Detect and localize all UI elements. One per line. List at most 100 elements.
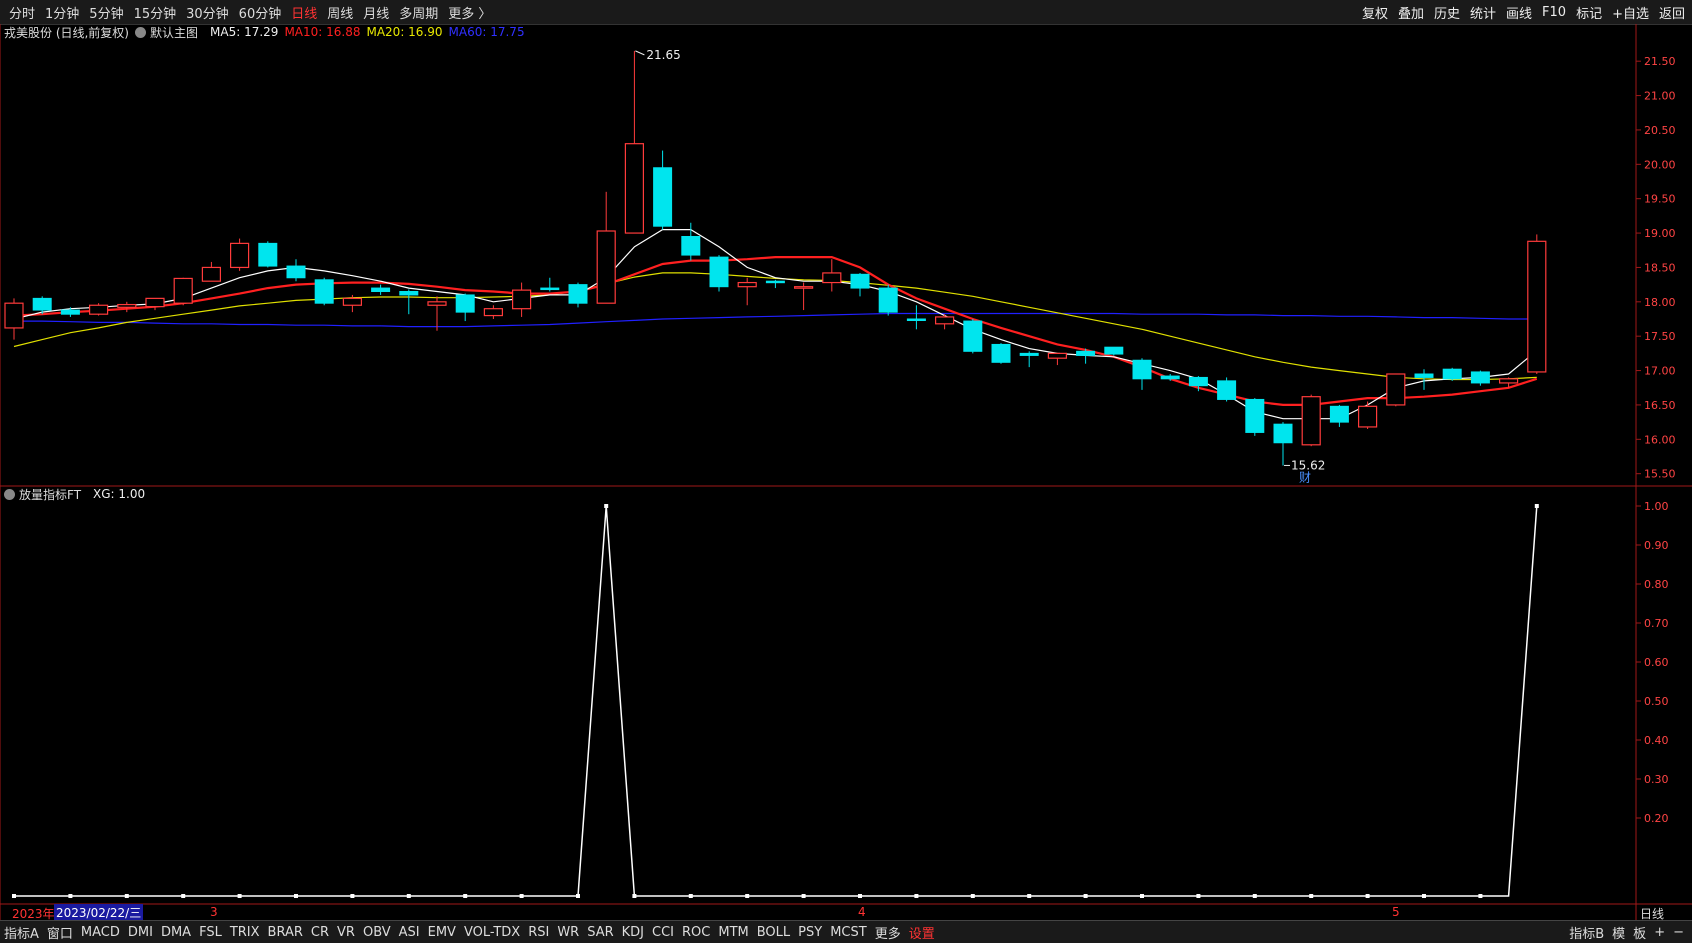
candle [258, 241, 278, 268]
candle [709, 255, 729, 292]
xg-point [1083, 894, 1088, 898]
window-tab[interactable]: 窗口 [43, 923, 77, 942]
xg-point [1196, 894, 1201, 898]
candle-body [1386, 373, 1406, 406]
candle [117, 301, 137, 313]
month-mark: 5 [1392, 905, 1400, 919]
price-tick-label: 17.00 [1644, 365, 1676, 378]
candle-body [1442, 368, 1462, 380]
indicator-tab[interactable]: PSY [794, 925, 826, 940]
candle-body [991, 343, 1011, 363]
candle-body [765, 280, 785, 284]
candle [765, 279, 785, 289]
candle [286, 259, 306, 282]
indicator-tick-label: 0.80 [1644, 578, 1669, 591]
xg-point [858, 894, 862, 898]
candle [1019, 351, 1039, 368]
indicator-tab[interactable]: DMA [157, 925, 195, 940]
price-tick-label: 19.00 [1644, 227, 1676, 240]
candle-body [88, 304, 109, 315]
candle [1357, 401, 1378, 429]
xg-point [1252, 894, 1257, 898]
candle-body [653, 167, 673, 227]
candle-body [793, 286, 814, 289]
indicator-tick-label: 0.40 [1644, 734, 1669, 747]
indicator-tab[interactable]: VOL-TDX [460, 925, 524, 940]
candle [371, 284, 391, 295]
indicator-tab[interactable]: BRAR [264, 925, 307, 940]
candle-body [371, 287, 391, 292]
candle-body [201, 266, 221, 282]
candle [1047, 352, 1068, 366]
ma60-path [14, 312, 1537, 328]
candle [1104, 346, 1124, 356]
candle [1386, 373, 1406, 407]
candle-body [1104, 346, 1124, 355]
time-axis: 2023年 2023/02/22/三 3 4 5 [0, 904, 1636, 921]
indicator-a-tab[interactable]: 指标A [0, 923, 43, 942]
xg-point [604, 504, 609, 508]
indicator-b-tab[interactable]: 指标B [1565, 923, 1608, 942]
indicator-tab[interactable]: DMI [124, 925, 157, 940]
candle-body [483, 308, 503, 317]
indicator-tick-label: 1.00 [1644, 500, 1669, 513]
indicator-tab[interactable]: CCI [648, 925, 678, 940]
indicator-tab[interactable]: TRIX [226, 925, 264, 940]
xg-point [68, 894, 73, 898]
candle [1245, 398, 1265, 436]
settings-tab[interactable]: 设置 [905, 923, 939, 942]
candle [145, 297, 165, 311]
price-tick-label: 16.00 [1644, 433, 1676, 446]
indicator-tick-label: 0.20 [1644, 812, 1669, 825]
high-price-pointer [635, 50, 645, 56]
indicator-tab[interactable]: MACD [77, 925, 124, 940]
template-tab[interactable]: 模 [1608, 923, 1629, 942]
indicator-tab[interactable]: ASI [395, 925, 424, 940]
indicator-tab[interactable]: SAR [583, 925, 617, 940]
xg-point [1140, 894, 1144, 898]
month-mark: 4 [858, 905, 866, 919]
candle-body [314, 279, 334, 304]
ma20-line [13, 272, 1537, 381]
indicator-tab[interactable]: MTM [714, 925, 752, 940]
candle-body [145, 297, 165, 308]
price-tick-label: 16.50 [1644, 399, 1676, 412]
candle [681, 222, 701, 261]
price-tick-label: 20.50 [1644, 124, 1676, 137]
candle-body [1217, 380, 1237, 400]
candle-body [1047, 352, 1068, 359]
candle-body [258, 242, 278, 267]
indicator-tab[interactable]: FSL [195, 925, 226, 940]
xg-point [1309, 894, 1314, 898]
candle [596, 191, 616, 304]
candle-body [568, 284, 588, 304]
finance-mark[interactable]: 财 [1299, 470, 1311, 484]
candle [230, 238, 250, 271]
price-tick-label: 19.50 [1644, 193, 1676, 206]
indicator-tab[interactable]: MCST [826, 925, 871, 940]
xg-point [12, 894, 16, 898]
zoom-out-button[interactable]: − [1669, 925, 1688, 940]
indicator-tab[interactable]: ROC [678, 925, 714, 940]
indicator-tab[interactable]: RSI [524, 925, 553, 940]
indicator-tab[interactable]: VR [333, 925, 359, 940]
ma20-path [13, 272, 1537, 381]
more-indicators-tab[interactable]: 更多 [871, 923, 905, 942]
indicator-tab[interactable]: BOLL [753, 925, 794, 940]
indicator-tab[interactable]: WR [553, 925, 583, 940]
candle [850, 272, 870, 297]
indicator-tab[interactable]: KDJ [618, 925, 648, 940]
board-tab[interactable]: 板 [1629, 923, 1650, 942]
candle [4, 298, 24, 340]
candle [427, 296, 447, 331]
indicator-tab[interactable]: CR [307, 925, 333, 940]
price-tick-label: 17.50 [1644, 330, 1676, 343]
chart-canvas[interactable]: 21.50 21.00 20.50 20.00 19.50 19.00 18.50 18.00… [0, 0, 1692, 942]
indicator-tab[interactable]: OBV [359, 925, 395, 940]
indicator-tick-label: 0.50 [1644, 695, 1669, 708]
xg-point [1478, 894, 1483, 898]
xg-point [519, 894, 524, 898]
candle-body [1245, 398, 1265, 433]
indicator-tab[interactable]: EMV [424, 925, 460, 940]
zoom-in-button[interactable]: + [1650, 925, 1669, 940]
